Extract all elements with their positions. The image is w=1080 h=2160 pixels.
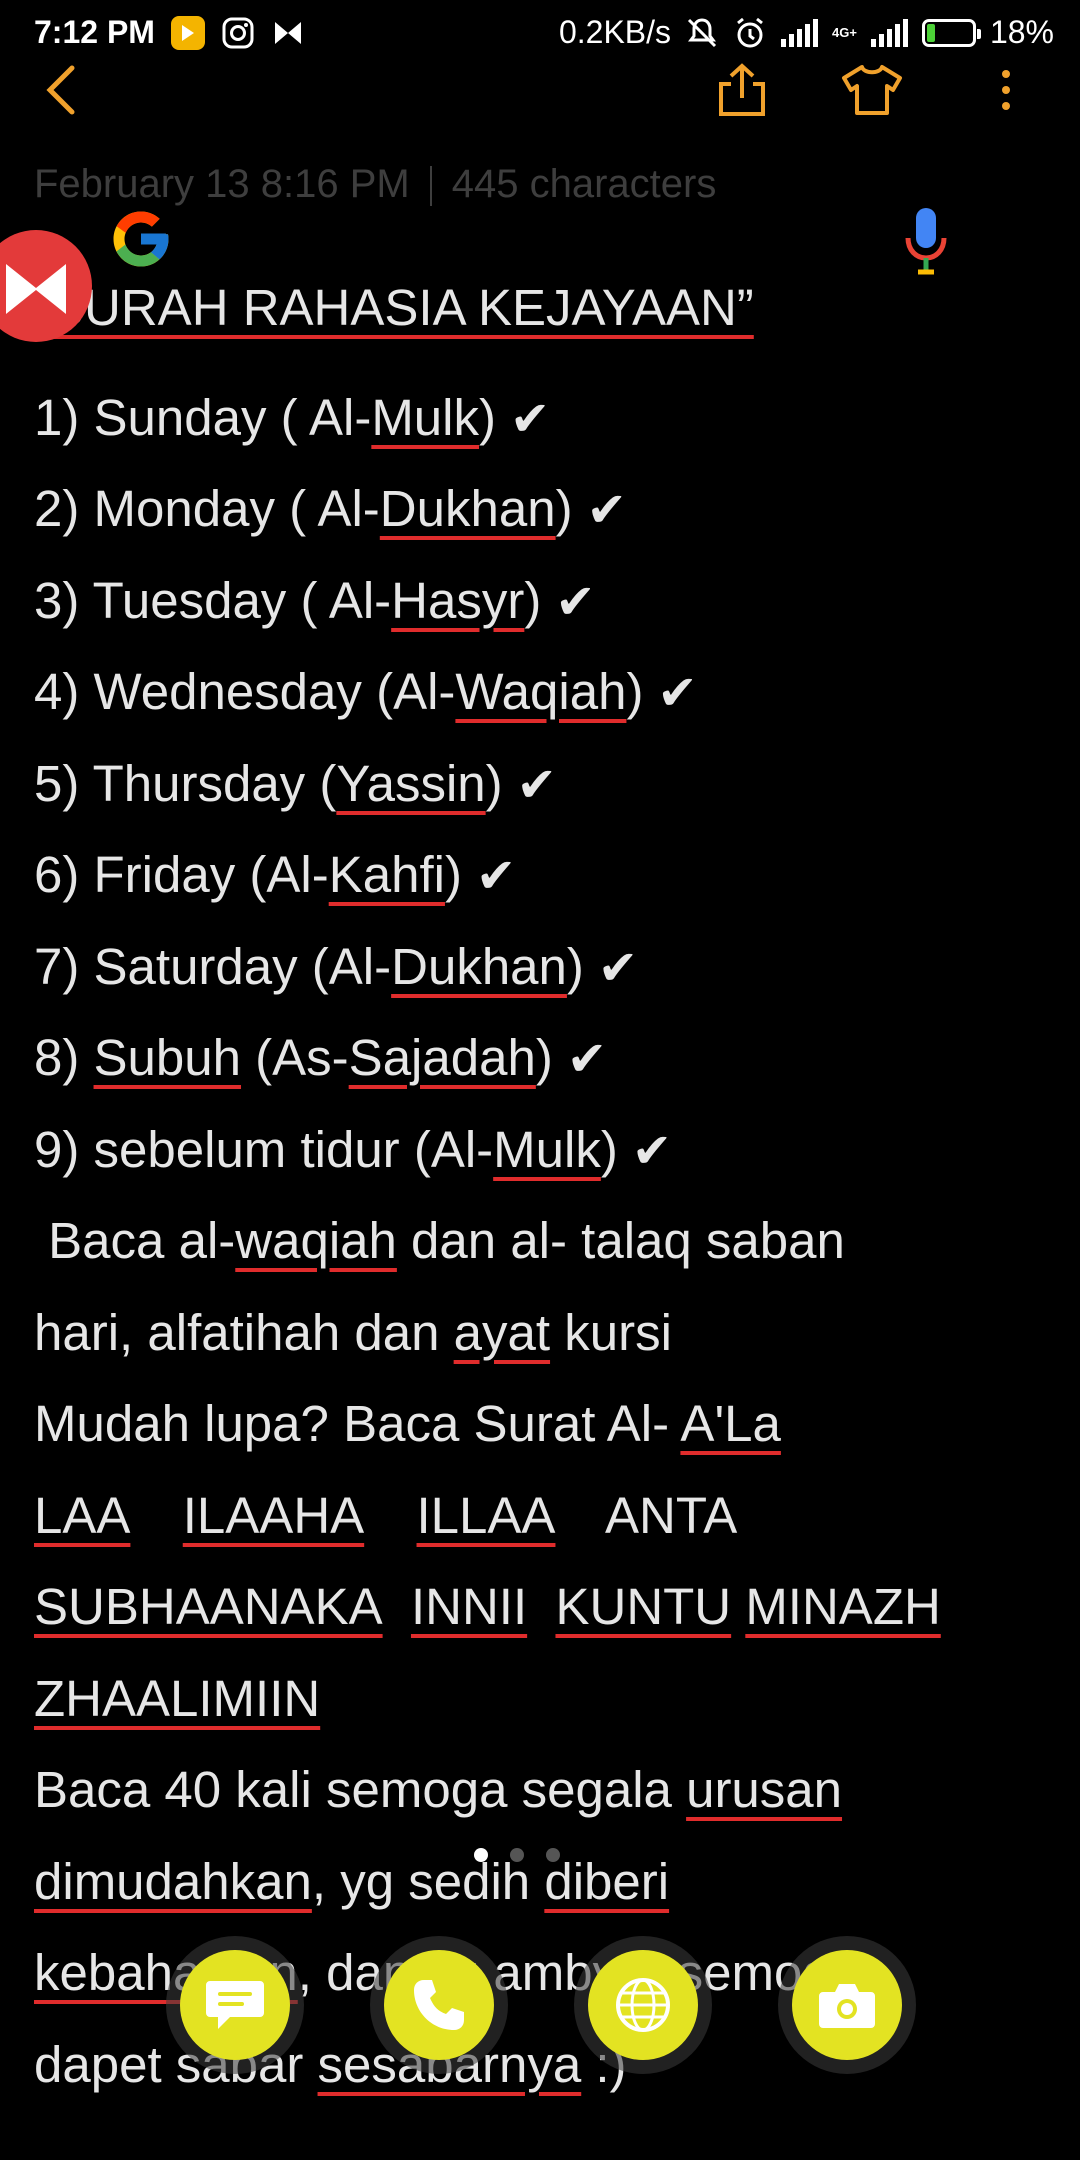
network-type: 4G+ xyxy=(832,24,857,40)
schedule-item-4: 4) Wednesday (Al-Waqiah) ✔ xyxy=(34,663,698,721)
google-icon[interactable] xyxy=(108,206,174,272)
battery-icon xyxy=(921,18,981,47)
note-paragraph-line: Baca al-waqiah dan al- talaq saban xyxy=(34,1212,845,1269)
signal-icon xyxy=(781,18,819,47)
video-app-icon xyxy=(170,15,205,50)
more-vert-icon xyxy=(1002,70,1010,110)
share-button[interactable] xyxy=(702,50,782,130)
check-icon: ✔ xyxy=(657,665,698,721)
schedule-item-3: 3) Tuesday ( Al-Hasyr) ✔ xyxy=(34,571,596,630)
bell-muted-icon xyxy=(687,17,717,47)
note-date: February 13 8:16 PM xyxy=(34,162,410,206)
check-icon: ✔ xyxy=(631,1122,673,1179)
meta-divider xyxy=(429,166,432,207)
check-icon: ✔ xyxy=(586,482,627,538)
chevron-left-icon xyxy=(46,65,75,115)
messenger-status-icon xyxy=(274,21,301,44)
camera-icon xyxy=(819,1984,875,2028)
check-icon: ✔ xyxy=(516,756,557,813)
dua-line-1: LAA ILAAHA ILLAA ANTA xyxy=(34,1486,738,1544)
note-meta: February 13 8:16 PM 445 characters xyxy=(34,162,716,207)
check-icon: ✔ xyxy=(597,939,639,996)
note-toolbar xyxy=(0,50,1080,140)
battery-percent: 18% xyxy=(989,14,1054,50)
status-time: 7:12 PM xyxy=(34,14,155,50)
check-icon: ✔ xyxy=(510,390,551,447)
phone-icon xyxy=(414,1980,464,2030)
network-speed: 0.2KB/s xyxy=(558,14,672,50)
check-icon: ✔ xyxy=(555,573,596,630)
schedule-item-7: 7) Saturday (Al-Dukhan) ✔ xyxy=(34,937,639,996)
alarm-icon xyxy=(737,17,763,47)
back-button[interactable] xyxy=(22,50,102,130)
check-icon: ✔ xyxy=(566,1031,608,1087)
instagram-icon xyxy=(222,17,254,48)
mic-icon[interactable] xyxy=(904,206,948,276)
phone-app-button[interactable] xyxy=(384,1950,494,2060)
messages-app-button[interactable] xyxy=(180,1950,290,2060)
schedule-item-1: 1) Sunday ( Al-Mulk) ✔ xyxy=(34,388,551,447)
share-icon xyxy=(719,63,765,116)
home-dock xyxy=(0,1950,1080,2060)
browser-icon xyxy=(616,1978,670,2032)
schedule-item-9: 9) sebelum tidur (Al-Mulk) ✔ xyxy=(34,1120,673,1179)
camera-app-button[interactable] xyxy=(792,1950,902,2060)
page-dot-active xyxy=(474,1848,488,1862)
check-icon: ✔ xyxy=(475,848,517,904)
note-closing-line: Baca 40 kali semoga segala urusan xyxy=(34,1761,843,1818)
note-body[interactable]: 1) Sunday ( Al-Mulk) ✔ 2) Monday ( Al-Duk… xyxy=(34,280,1054,2110)
message-icon xyxy=(206,1981,264,2029)
schedule-item-8: 8) Subuh (As-Sajadah) ✔ xyxy=(34,1029,608,1087)
browser-app-button[interactable] xyxy=(588,1950,698,2060)
note-char-count: 445 characters xyxy=(451,162,717,206)
dua-line-2: SUBHAANAKA INNII KUNTU MINAZH xyxy=(34,1578,941,1635)
signal-2-icon xyxy=(870,18,908,47)
note-paragraph-line: hari, alfatihah dan ayat kursi xyxy=(34,1303,672,1361)
page-dot xyxy=(510,1848,524,1862)
theme-button[interactable] xyxy=(832,50,912,130)
more-button[interactable] xyxy=(966,50,1046,130)
dua-line-3: ZHAALIMIIN xyxy=(34,1669,321,1727)
note-paragraph-line: Mudah lupa? Baca Surat Al- A'La xyxy=(34,1395,781,1452)
schedule-item-6: 6) Friday (Al-Kahfi) ✔ xyxy=(34,846,517,904)
shirt-icon xyxy=(842,65,902,115)
page-dot xyxy=(546,1848,560,1862)
page-indicator xyxy=(474,1848,560,1862)
schedule-item-2: 2) Monday ( Al-Dukhan) ✔ xyxy=(34,480,627,538)
schedule-item-5: 5) Thursday (Yassin) ✔ xyxy=(34,754,557,813)
